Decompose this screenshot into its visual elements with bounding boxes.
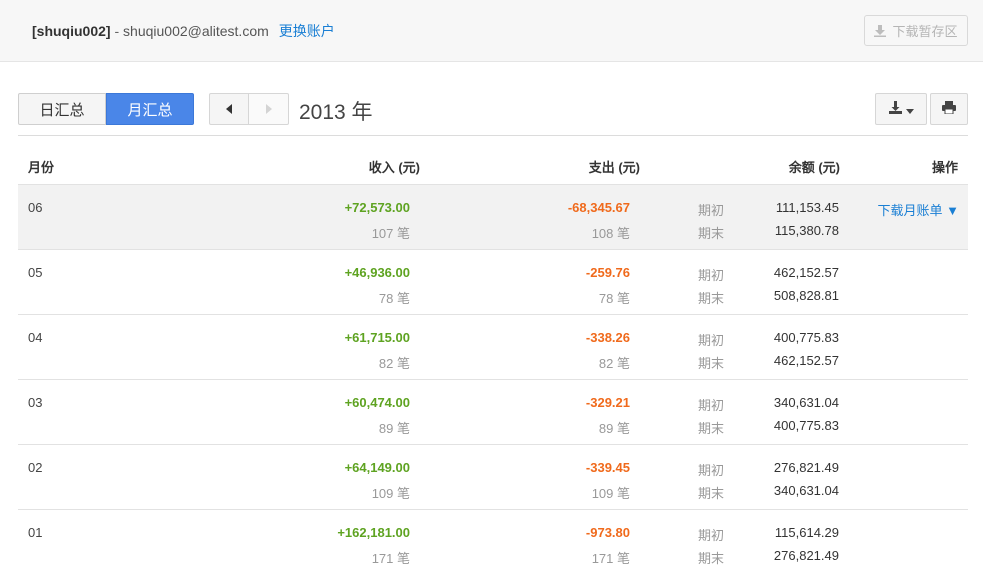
start-balance: 115,614.29 [774, 525, 839, 540]
download-monthly-statement-link[interactable]: 下载月账单 ▼ [878, 200, 959, 219]
print-button[interactable] [930, 93, 968, 125]
start-balance-label: 期初 [698, 268, 725, 283]
download-dropdown-button[interactable] [875, 93, 927, 125]
income-count: 89 笔 [378, 421, 410, 436]
income-count: 109 笔 [371, 486, 410, 501]
end-balance: 115,380.78 [774, 223, 839, 238]
expense-amount: -973.80 [585, 525, 630, 540]
start-balance: 400,775.83 [773, 330, 839, 345]
month-cell: 05 [28, 265, 43, 280]
end-balance: 340,631.04 [773, 483, 839, 498]
tab-daily-summary[interactable]: 日汇总 [18, 93, 106, 125]
expense-amount: -329.21 [585, 395, 630, 410]
prev-year-button[interactable] [209, 93, 249, 125]
month-cell: 06 [28, 200, 43, 215]
download-temp-label: 下载暂存区 [892, 24, 958, 39]
download-icon [888, 101, 902, 117]
toolbar: 日汇总 月汇总 2013 年 [18, 93, 968, 135]
start-balance: 276,821.49 [773, 460, 839, 475]
income-amount: +46,936.00 [344, 265, 410, 280]
income-count: 171 笔 [371, 551, 410, 566]
expense-amount: -68,345.67 [567, 200, 630, 215]
expense-count: 78 笔 [598, 291, 630, 306]
table-row: 02 +64,149.00 109 笔 -339.45 109 笔 期初 期末 … [18, 444, 968, 509]
column-header-income: 收入 (元) [368, 160, 420, 175]
end-balance-label: 期末 [698, 291, 725, 306]
end-balance-label: 期末 [698, 551, 725, 566]
next-year-button[interactable] [249, 93, 289, 125]
start-balance: 111,153.45 [775, 200, 839, 215]
expense-amount: -259.76 [585, 265, 630, 280]
column-header-month: 月份 [28, 160, 55, 175]
expense-count: 171 笔 [591, 551, 630, 566]
income-count: 107 笔 [371, 226, 410, 241]
caret-down-icon [905, 102, 914, 117]
summary-tabs: 日汇总 月汇总 [18, 93, 194, 125]
end-balance-label: 期末 [698, 421, 725, 436]
end-balance: 400,775.83 [773, 418, 839, 433]
expense-amount: -339.45 [585, 460, 630, 475]
start-balance-label: 期初 [698, 333, 725, 348]
month-cell: 04 [28, 330, 43, 345]
income-count: 82 笔 [378, 356, 410, 371]
table-row: 05 +46,936.00 78 笔 -259.76 78 笔 期初 期末 46… [18, 249, 968, 314]
table-row: 04 +61,715.00 82 笔 -338.26 82 笔 期初 期末 40… [18, 314, 968, 379]
income-amount: +60,474.00 [344, 395, 410, 410]
month-cell: 03 [28, 395, 43, 410]
end-balance: 462,152.57 [773, 353, 839, 368]
expense-count: 109 笔 [591, 486, 630, 501]
end-balance-label: 期末 [698, 356, 725, 371]
table-row: 01 +162,181.00 171 笔 -973.80 171 笔 期初 期末… [18, 509, 968, 574]
switch-account-link[interactable]: 更换账户 [279, 23, 335, 39]
account-separator: - [110, 23, 124, 39]
table-row: 03 +60,474.00 89 笔 -329.21 89 笔 期初 期末 34… [18, 379, 968, 444]
start-balance-label: 期初 [698, 203, 725, 218]
end-balance-label: 期末 [698, 226, 725, 241]
end-balance: 276,821.49 [773, 548, 839, 563]
expense-count: 89 笔 [598, 421, 630, 436]
column-header-balance: 余额 (元) [788, 160, 840, 175]
account-info: [shuqiu002] - shuqiu002@alitest.com 更换账户 [32, 21, 335, 41]
end-balance-label: 期末 [698, 486, 725, 501]
end-balance: 508,828.81 [773, 288, 839, 303]
year-label: 2013 年 [299, 101, 373, 124]
printer-icon [942, 101, 956, 117]
income-count: 78 笔 [378, 291, 410, 306]
start-balance-label: 期初 [698, 463, 725, 478]
expense-amount: -338.26 [585, 330, 630, 345]
download-tray-icon [874, 24, 887, 37]
start-balance: 462,152.57 [773, 265, 839, 280]
month-cell: 01 [28, 525, 43, 540]
account-bar: [shuqiu002] - shuqiu002@alitest.com 更换账户 … [0, 0, 983, 62]
month-cell: 02 [28, 460, 43, 475]
column-header-action: 操作 [931, 160, 958, 175]
expense-count: 108 笔 [591, 226, 630, 241]
account-username: [shuqiu002] [32, 23, 111, 39]
table-header: 月份 收入 (元) 支出 (元) 余额 (元) 操作 [18, 148, 968, 184]
expense-count: 82 笔 [598, 356, 630, 371]
income-amount: +61,715.00 [344, 330, 410, 345]
start-balance-label: 期初 [698, 528, 725, 543]
income-amount: +64,149.00 [344, 460, 410, 475]
caret-right-icon [265, 102, 273, 117]
tab-monthly-summary[interactable]: 月汇总 [106, 93, 194, 125]
start-balance: 340,631.04 [773, 395, 839, 410]
income-amount: +72,573.00 [344, 200, 410, 215]
table-row: 06 +72,573.00 107 笔 -68,345.67 108 笔 期初 … [18, 184, 968, 249]
income-amount: +162,181.00 [337, 525, 410, 540]
start-balance-label: 期初 [698, 398, 725, 413]
caret-left-icon [225, 102, 233, 117]
download-temp-button[interactable]: 下载暂存区 [864, 15, 968, 46]
monthly-summary-table: 06 +72,573.00 107 笔 -68,345.67 108 笔 期初 … [18, 184, 968, 574]
toolbar-divider [18, 135, 968, 136]
account-email: shuqiu002@alitest.com [123, 23, 269, 39]
column-header-expense: 支出 (元) [588, 160, 640, 175]
